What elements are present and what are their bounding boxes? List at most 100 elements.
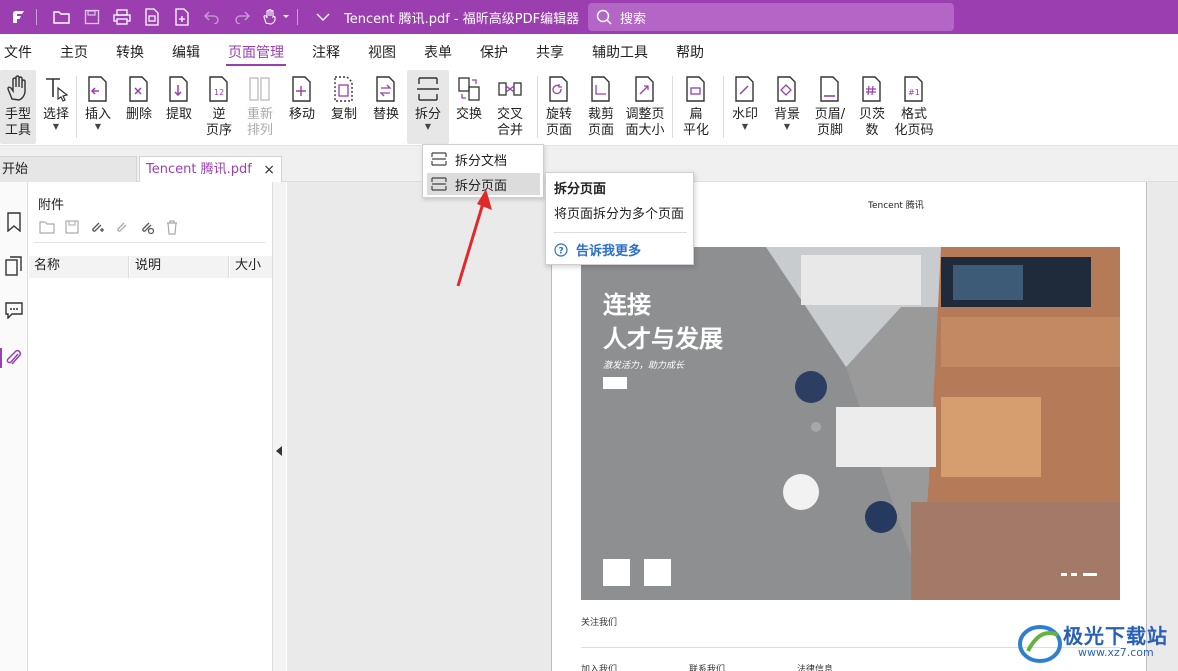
app-logo-icon[interactable] bbox=[8, 6, 30, 28]
reorder-button[interactable]: 重新 排列 bbox=[239, 70, 281, 144]
split-document-item[interactable]: 拆分文档 bbox=[427, 148, 540, 170]
hand-tool-button[interactable]: 手型 工具 bbox=[0, 70, 36, 144]
menu-page-management[interactable]: 页面管理 bbox=[214, 34, 298, 70]
comments-icon[interactable] bbox=[2, 298, 26, 322]
extract-label: 提取 bbox=[165, 107, 192, 122]
resize-label-1: 调整页 bbox=[625, 107, 665, 122]
document-title: Tencent 腾讯.pdf - 福昕高级PDF编辑器 bbox=[344, 11, 580, 27]
carousel-dot-2 bbox=[1071, 573, 1077, 576]
select-text-icon bbox=[46, 78, 69, 102]
tooltip-title: 拆分页面 bbox=[554, 182, 607, 197]
menu-accessibility[interactable]: 辅助工具 bbox=[578, 34, 662, 70]
crop-page-button[interactable]: 裁剪 页面 bbox=[580, 70, 622, 144]
page-header-text: Tencent 腾讯 bbox=[868, 201, 924, 211]
crop-label-1: 裁剪 bbox=[587, 107, 614, 122]
bates-number-icon bbox=[862, 76, 881, 102]
follow-us-text: 关注我们 bbox=[581, 618, 618, 628]
attachment-settings-icon[interactable] bbox=[137, 218, 156, 236]
menu-view[interactable]: 视图 bbox=[354, 34, 410, 70]
menu-convert[interactable]: 转换 bbox=[102, 34, 158, 70]
column-name[interactable]: 名称 bbox=[29, 256, 129, 278]
undo-icon[interactable] bbox=[201, 6, 223, 28]
replace-page-icon bbox=[376, 76, 395, 102]
column-size[interactable]: 大小 bbox=[230, 256, 272, 278]
tab-document-label: Tencent 腾讯.pdf bbox=[146, 162, 252, 177]
title-bar: Tencent 腾讯.pdf - 福昕高级PDF编辑器 搜索 bbox=[0, 0, 1178, 34]
reverse-order-icon: 12 bbox=[209, 76, 228, 102]
customize-chevron-icon[interactable] bbox=[312, 6, 334, 28]
scan-doc-icon[interactable] bbox=[141, 6, 163, 28]
tell-me-more-link[interactable]: ? 告诉我更多 bbox=[554, 240, 641, 259]
move-page-icon bbox=[292, 76, 311, 102]
menu-file[interactable]: 文件 bbox=[0, 34, 46, 70]
copy-page-icon bbox=[334, 76, 353, 102]
add-attachment-icon[interactable] bbox=[87, 218, 106, 236]
pages-icon[interactable] bbox=[2, 254, 26, 278]
format-page-number-icon: #1 bbox=[904, 76, 923, 102]
reorder-icon bbox=[249, 77, 270, 101]
search-box[interactable]: 搜索 bbox=[588, 3, 954, 31]
open-attachment-icon[interactable] bbox=[37, 218, 56, 236]
collapse-panel-icon[interactable] bbox=[276, 446, 282, 456]
hand-tool-label-1: 手型 bbox=[4, 107, 31, 122]
redo-icon[interactable] bbox=[231, 6, 253, 28]
menu-home[interactable]: 主页 bbox=[46, 34, 102, 70]
hand-tool-icon[interactable] bbox=[261, 6, 291, 28]
delete-button[interactable]: 删除 bbox=[119, 70, 159, 144]
extract-button[interactable]: 提取 bbox=[159, 70, 199, 144]
background-button[interactable]: 背景 ▼ bbox=[766, 70, 808, 144]
copy-button[interactable]: 复制 bbox=[323, 70, 365, 144]
split-button[interactable]: 拆分 ▼ bbox=[407, 70, 449, 144]
panel-splitter[interactable] bbox=[272, 182, 286, 671]
bates-number-button[interactable]: 贝茨 数 bbox=[852, 70, 892, 144]
rotate-page-button[interactable]: 旋转 页面 bbox=[538, 70, 580, 144]
insert-caret-icon: ▼ bbox=[94, 122, 102, 131]
swap-button[interactable]: 交换 bbox=[449, 70, 489, 144]
delete-attachment-icon[interactable] bbox=[162, 218, 181, 236]
header-footer-button[interactable]: 页眉/ 页脚 bbox=[808, 70, 852, 144]
watermark-button[interactable]: 水印 ▼ bbox=[724, 70, 766, 144]
interleave-merge-button[interactable]: 交叉 合并 bbox=[489, 70, 531, 144]
menu-bar: 文件 主页 转换 编辑 页面管理 注释 视图 表单 保护 共享 辅助工具 帮助 bbox=[0, 34, 1178, 70]
edit-attachment-icon[interactable] bbox=[112, 218, 131, 236]
menu-form[interactable]: 表单 bbox=[410, 34, 466, 70]
replace-button[interactable]: 替换 bbox=[365, 70, 407, 144]
move-button[interactable]: 移动 bbox=[281, 70, 323, 144]
menu-share[interactable]: 共享 bbox=[522, 34, 578, 70]
split-document-label: 拆分文档 bbox=[455, 153, 508, 169]
menu-protect[interactable]: 保护 bbox=[466, 34, 522, 70]
reverse-order-button[interactable]: 12 逆 页序 bbox=[199, 70, 239, 144]
svg-text:?: ? bbox=[559, 246, 564, 256]
menu-comment[interactable]: 注释 bbox=[298, 34, 354, 70]
bates-label-2: 数 bbox=[865, 123, 879, 138]
crop-page-icon bbox=[591, 76, 610, 102]
insert-button[interactable]: 插入 ▼ bbox=[77, 70, 119, 144]
flatten-button[interactable]: 扁 平化 bbox=[673, 70, 719, 144]
delete-page-icon bbox=[129, 76, 148, 102]
watermark-caret-icon: ▼ bbox=[741, 122, 749, 131]
replace-label: 替换 bbox=[372, 107, 399, 122]
column-description[interactable]: 说明 bbox=[130, 256, 229, 278]
menu-help[interactable]: 帮助 bbox=[662, 34, 718, 70]
print-icon[interactable] bbox=[111, 6, 133, 28]
menu-edit[interactable]: 编辑 bbox=[158, 34, 214, 70]
hero-white-square-1 bbox=[603, 559, 630, 586]
reorder-label-2: 排列 bbox=[246, 123, 273, 138]
tab-close-icon[interactable]: × bbox=[263, 157, 275, 183]
watermark-icon bbox=[735, 76, 754, 102]
save-attachment-icon[interactable] bbox=[62, 218, 81, 236]
attachment-icon[interactable] bbox=[0, 346, 26, 370]
tab-start[interactable]: 开始 bbox=[0, 156, 137, 182]
hero-photo: 连接 人才与发展 激发活力，助力成长 bbox=[581, 247, 1120, 600]
resize-page-button[interactable]: 调整页 面大小 bbox=[622, 70, 668, 144]
format-page-number-button[interactable]: #1 格式 化页码 bbox=[892, 70, 936, 144]
tab-document[interactable]: Tencent 腾讯.pdf × bbox=[139, 156, 282, 182]
new-doc-icon[interactable] bbox=[171, 6, 193, 28]
select-button[interactable]: 选择 ▼ bbox=[36, 70, 76, 144]
open-folder-icon[interactable] bbox=[51, 6, 73, 28]
bookmark-icon[interactable] bbox=[2, 210, 26, 234]
footer-join-us: 加入我们 bbox=[581, 665, 618, 671]
save-icon[interactable] bbox=[81, 6, 103, 28]
background-label: 背景 bbox=[773, 107, 800, 122]
hero-title-line-1: 连接 bbox=[603, 290, 651, 319]
